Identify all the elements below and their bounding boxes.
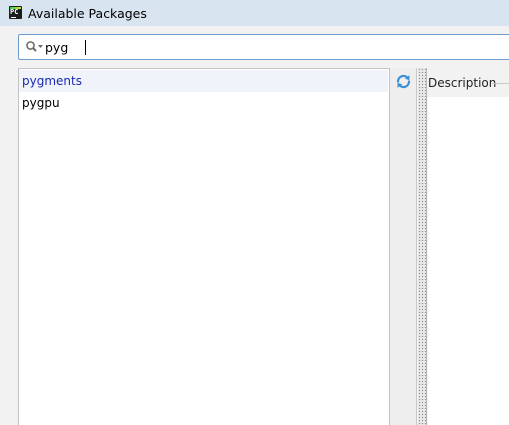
title-bar[interactable]: PC Available Packages — [0, 0, 509, 26]
description-label: Description — [428, 76, 497, 90]
description-panel: Description — [428, 68, 509, 425]
search-field[interactable] — [18, 34, 509, 60]
text-caret — [85, 40, 86, 55]
separator-line — [492, 83, 509, 84]
list-item-pygments[interactable]: pygments — [19, 70, 388, 92]
window-title: Available Packages — [28, 6, 147, 21]
list-item-pygpu[interactable]: pygpu — [19, 92, 388, 114]
search-icon[interactable] — [25, 40, 45, 54]
package-list[interactable]: pygments pygpu — [18, 68, 390, 425]
package-toolbar — [390, 68, 417, 425]
available-packages-window: PC Available Packages pygments pygpu — [0, 0, 509, 425]
search-input[interactable] — [45, 38, 485, 56]
refresh-icon[interactable] — [395, 73, 412, 90]
pycharm-icon: PC — [9, 6, 22, 19]
panel-splitter[interactable] — [418, 68, 427, 425]
description-header: Description — [428, 68, 509, 97]
